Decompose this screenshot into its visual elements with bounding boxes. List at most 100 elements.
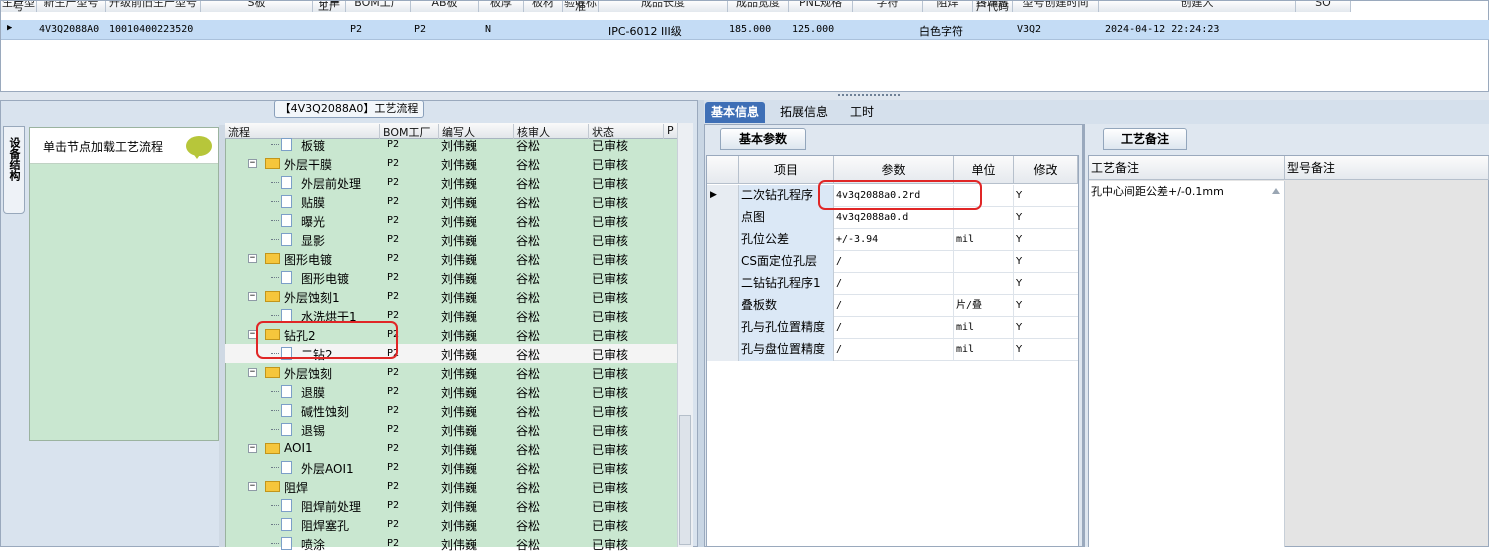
param-row[interactable]: 点图 4v3q2088a0.d Y: [707, 207, 1078, 229]
collapse-icon[interactable]: −: [248, 368, 257, 377]
cell-new-model[interactable]: 10010400223520: [109, 24, 193, 35]
param-cell-value[interactable]: /: [834, 339, 954, 361]
tree-row[interactable]: − 外层干膜 P2 刘伟巍 谷松 已审核: [225, 154, 677, 173]
top-col-header[interactable]: 终端客户代码: [973, 1, 1013, 12]
tab-extended-info[interactable]: 拓展信息: [774, 102, 834, 123]
param-row[interactable]: 孔位公差 +/-3.94 mil Y: [707, 229, 1078, 251]
tree-row[interactable]: − 阻焊 P2 刘伟巍 谷松 已审核: [225, 477, 677, 496]
param-cell-value[interactable]: 4v3q2088a0.d: [834, 207, 954, 229]
tree-row[interactable]: 退锡 P2 刘伟巍 谷松 已审核: [225, 420, 677, 439]
param-cell-unit[interactable]: [954, 251, 1014, 273]
tree-row[interactable]: 外层AOI1 P2 刘伟巍 谷松 已审核: [225, 458, 677, 477]
top-col-header[interactable]: 字符: [853, 1, 923, 12]
tree-row[interactable]: 喷涂 P2 刘伟巍 谷松 已审核: [225, 534, 677, 553]
param-cell-modify[interactable]: Y: [1014, 295, 1078, 317]
param-cell-modify[interactable]: Y: [1014, 185, 1078, 207]
top-col-header[interactable]: 创建人: [1099, 1, 1296, 12]
top-col-header[interactable]: S板: [201, 1, 313, 12]
cell-length[interactable]: 185.000: [729, 24, 771, 35]
param-cell-unit[interactable]: mil: [954, 317, 1014, 339]
param-row[interactable]: 二钻钻孔程序1/ Y: [707, 273, 1078, 295]
param-cell-modify[interactable]: Y: [1014, 251, 1078, 273]
param-row[interactable]: 叠板数 / 片/叠 Y: [707, 295, 1078, 317]
param-cell-unit[interactable]: [954, 273, 1014, 295]
top-col-header[interactable]: PNL规格: [789, 1, 853, 12]
param-cell-unit[interactable]: 片/叠: [954, 295, 1014, 317]
top-col-header[interactable]: 新生产型号: [37, 1, 106, 12]
param-cell-unit[interactable]: [954, 207, 1014, 229]
tree-row[interactable]: 板镀 P2 刘伟巍 谷松 已审核: [225, 135, 677, 154]
top-col-header[interactable]: 验收标准: [563, 1, 599, 12]
top-col-header[interactable]: 板材: [524, 1, 563, 12]
params-col-modify[interactable]: 修改: [1014, 156, 1078, 184]
cell-model[interactable]: 4V3Q2088A0: [39, 24, 99, 35]
horizontal-splitter[interactable]: [0, 92, 1489, 100]
top-col-header[interactable]: AB板: [411, 1, 479, 12]
top-col-header[interactable]: 阻焊: [923, 1, 973, 12]
tree-row[interactable]: 图形电镀 P2 刘伟巍 谷松 已审核: [225, 268, 677, 287]
tree-row[interactable]: 阻焊塞孔 P2 刘伟巍 谷松 已审核: [225, 515, 677, 534]
tree-row[interactable]: 显影 P2 刘伟巍 谷松 已审核: [225, 230, 677, 249]
param-cell-value[interactable]: /: [834, 317, 954, 339]
notes-col-model[interactable]: 型号备注: [1285, 156, 1489, 180]
tab-basic-params[interactable]: 基本参数: [720, 128, 806, 150]
cell-char[interactable]: 白色字符: [919, 23, 963, 39]
scroll-up-icon[interactable]: [1272, 184, 1280, 194]
tab-basic-info[interactable]: 基本信息: [705, 102, 766, 123]
top-col-header[interactable]: SO: [1296, 1, 1351, 12]
cell-bom-factory[interactable]: P2: [414, 24, 426, 35]
param-cell-modify[interactable]: Y: [1014, 339, 1078, 361]
tree-row[interactable]: − 图形电镀 P2 刘伟巍 谷松 已审核: [225, 249, 677, 268]
tree-row[interactable]: 阻焊前处理 P2 刘伟巍 谷松 已审核: [225, 496, 677, 515]
param-cell-value[interactable]: /: [834, 273, 954, 295]
param-cell-unit[interactable]: mil: [954, 229, 1014, 251]
param-row[interactable]: CS面定位孔层 / Y: [707, 251, 1078, 273]
model-grid-row-selected[interactable]: ▶ 4V3Q2088A0 10010400223520 P2 P2 N IPC-…: [1, 20, 1489, 40]
param-cell-unit[interactable]: mil: [954, 339, 1014, 361]
tree-row[interactable]: 曝光 P2 刘伟巍 谷松 已审核: [225, 211, 677, 230]
cell-created-time[interactable]: 2024-04-12 22:24:23: [1105, 24, 1219, 35]
param-row[interactable]: 孔与孔位置精度 / mil Y: [707, 317, 1078, 339]
cell-width[interactable]: 125.000: [792, 24, 834, 35]
param-cell-modify[interactable]: Y: [1014, 229, 1078, 251]
top-col-header[interactable]: 升级前旧生产型号: [106, 1, 201, 12]
tree-row[interactable]: 外层前处理 P2 刘伟巍 谷松 已审核: [225, 173, 677, 192]
param-row[interactable]: 孔与盘位置精度 / mil Y: [707, 339, 1078, 361]
top-col-header[interactable]: 型号创建时间: [1013, 1, 1099, 12]
param-cell-modify[interactable]: Y: [1014, 317, 1078, 339]
process-note-cell[interactable]: [1089, 181, 1285, 547]
tree-row[interactable]: 碱性蚀刻 P2 刘伟巍 谷松 已审核: [225, 401, 677, 420]
collapse-icon[interactable]: −: [248, 292, 257, 301]
cell-customer-code[interactable]: V3Q2: [1017, 24, 1041, 35]
notes-col-process[interactable]: 工艺备注: [1089, 156, 1285, 180]
top-col-header[interactable]: 板厚: [479, 1, 524, 12]
tree-row[interactable]: − 外层蚀刻1 P2 刘伟巍 谷松 已审核: [225, 287, 677, 306]
cell-standard[interactable]: IPC-6012 III级: [608, 23, 682, 39]
cell-ab-board[interactable]: N: [485, 24, 491, 35]
tree-cell-name: 阻焊前处理: [301, 500, 362, 514]
collapse-icon[interactable]: −: [248, 444, 257, 453]
top-col-header[interactable]: BOM工厂: [346, 1, 411, 12]
param-cell-modify[interactable]: Y: [1014, 207, 1078, 229]
tab-work-hours[interactable]: 工时: [844, 102, 880, 123]
collapse-icon[interactable]: −: [248, 159, 257, 168]
top-col-header[interactable]: 成品宽度: [728, 1, 789, 12]
top-col-header[interactable]: 成品长度: [599, 1, 728, 12]
tree-row[interactable]: 贴膜 P2 刘伟巍 谷松 已审核: [225, 192, 677, 211]
tree-row[interactable]: − 外层蚀刻 P2 刘伟巍 谷松 已审核: [225, 363, 677, 382]
tree-scroll-thumb[interactable]: [679, 415, 691, 545]
top-col-header[interactable]: 订单工厂: [313, 1, 346, 12]
collapse-icon[interactable]: −: [248, 254, 257, 263]
tree-row[interactable]: 退膜 P2 刘伟巍 谷松 已审核: [225, 382, 677, 401]
collapse-icon[interactable]: −: [248, 482, 257, 491]
tab-process-notes[interactable]: 工艺备注: [1103, 128, 1187, 150]
param-cell-value[interactable]: +/-3.94: [834, 229, 954, 251]
param-cell-value[interactable]: /: [834, 295, 954, 317]
cell-order-factory[interactable]: P2: [350, 24, 362, 35]
param-cell-value[interactable]: /: [834, 251, 954, 273]
params-col-item[interactable]: 项目: [739, 156, 834, 184]
tree-row[interactable]: − AOI1 P2 刘伟巍 谷松 已审核: [225, 439, 677, 458]
side-tab-equipment[interactable]: 设备结构: [3, 126, 25, 214]
top-col-header[interactable]: 生产型号: [1, 1, 37, 12]
param-cell-modify[interactable]: Y: [1014, 273, 1078, 295]
